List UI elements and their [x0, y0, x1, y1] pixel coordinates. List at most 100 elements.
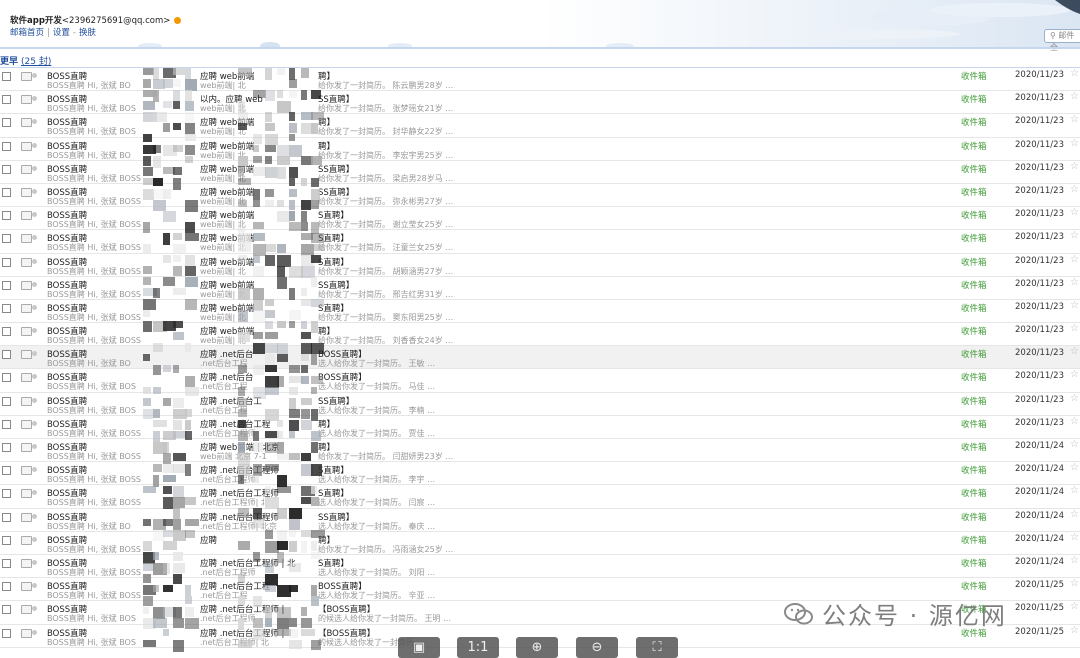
mail-date: 2020/11/23: [1015, 70, 1064, 80]
row-checkbox[interactable]: [2, 257, 11, 267]
star-icon[interactable]: ☆: [1070, 578, 1079, 589]
mail-folder[interactable]: 收件箱: [961, 302, 987, 314]
mail-folder[interactable]: 收件箱: [961, 116, 987, 128]
star-icon[interactable]: ☆: [1070, 230, 1079, 241]
row-checkbox[interactable]: [2, 187, 11, 197]
star-icon[interactable]: ☆: [1070, 485, 1079, 496]
mail-search-input[interactable]: ⚲ 邮件全: [1044, 29, 1080, 52]
mail-folder[interactable]: 收件箱: [961, 93, 987, 105]
mail-folder[interactable]: 收件箱: [961, 163, 987, 175]
mail-folder[interactable]: 收件箱: [961, 279, 987, 291]
star-icon[interactable]: ☆: [1070, 184, 1079, 195]
row-checkbox[interactable]: [2, 419, 11, 429]
star-icon[interactable]: ☆: [1070, 323, 1079, 334]
group-count[interactable]: (25 封): [21, 57, 51, 67]
star-icon[interactable]: ☆: [1070, 462, 1079, 473]
mosaic-block: [265, 134, 278, 145]
star-icon[interactable]: ☆: [1070, 509, 1079, 520]
mosaic-block: [173, 233, 182, 240]
row-checkbox[interactable]: [2, 512, 11, 522]
star-icon[interactable]: ☆: [1070, 439, 1079, 450]
row-checkbox[interactable]: [2, 303, 11, 313]
mail-folder[interactable]: 收件箱: [961, 557, 987, 569]
mosaic-block: [253, 134, 262, 144]
fullscreen-icon[interactable]: ⛶: [636, 637, 678, 658]
mail-folder[interactable]: 收件箱: [961, 580, 987, 592]
mail-folder[interactable]: 收件箱: [961, 140, 987, 152]
mail-folder[interactable]: 收件箱: [961, 534, 987, 546]
fit-actual-size-button[interactable]: 1:1: [457, 637, 499, 658]
mosaic-block: [265, 310, 275, 318]
link-mail-home[interactable]: 邮箱首页: [10, 28, 44, 38]
star-icon[interactable]: ☆: [1070, 555, 1079, 566]
mail-folder[interactable]: 收件箱: [961, 418, 987, 430]
star-icon[interactable]: ☆: [1070, 277, 1079, 288]
mail-folder[interactable]: 收件箱: [961, 487, 987, 499]
star-icon[interactable]: ☆: [1070, 369, 1079, 380]
mosaic-block: [185, 387, 199, 396]
mail-folder[interactable]: 收件箱: [961, 325, 987, 337]
row-checkbox[interactable]: [2, 443, 11, 452]
star-icon[interactable]: ☆: [1070, 532, 1079, 543]
star-icon[interactable]: ☆: [1070, 91, 1079, 102]
mail-folder[interactable]: 收件箱: [961, 395, 987, 407]
envelope-icon: [21, 234, 32, 244]
mosaic-block: [238, 332, 250, 342]
star-icon[interactable]: ☆: [1070, 161, 1079, 172]
image-icon[interactable]: ▣: [398, 637, 440, 658]
mail-folder[interactable]: 收件箱: [961, 441, 987, 453]
warning-icon[interactable]: [174, 17, 182, 24]
row-checkbox[interactable]: [2, 350, 11, 360]
row-checkbox[interactable]: [2, 489, 11, 499]
star-icon[interactable]: ☆: [1070, 68, 1079, 79]
mail-snippet: 的候选人给你发了一封简历。 王明 …: [318, 614, 452, 624]
mail-folder[interactable]: 收件箱: [961, 70, 987, 82]
mail-folder[interactable]: 收件箱: [961, 209, 987, 221]
star-icon[interactable]: ☆: [1070, 138, 1079, 149]
row-checkbox[interactable]: [2, 164, 11, 174]
row-checkbox[interactable]: [2, 396, 11, 406]
attachment-dot-icon: [32, 142, 37, 148]
row-checkbox[interactable]: [2, 373, 11, 383]
row-checkbox[interactable]: [2, 558, 11, 568]
mosaic-block: [238, 442, 245, 453]
row-checkbox[interactable]: [2, 118, 11, 128]
row-checkbox[interactable]: [2, 95, 11, 105]
star-icon[interactable]: ☆: [1070, 254, 1079, 265]
mail-folder[interactable]: 收件箱: [961, 186, 987, 198]
mosaic-block: [265, 563, 274, 573]
star-icon[interactable]: ☆: [1070, 114, 1079, 125]
row-checkbox[interactable]: [2, 141, 11, 151]
mail-folder[interactable]: 收件箱: [961, 348, 987, 360]
mail-snippet: 选人给你发了一封简历。 李楠 …: [318, 405, 436, 415]
mail-snippet: 选人给你发了一封简历。 闫宸 …: [318, 498, 436, 508]
mail-folder[interactable]: 收件箱: [961, 464, 987, 476]
star-icon[interactable]: ☆: [1070, 416, 1079, 427]
row-checkbox[interactable]: [2, 234, 11, 244]
star-icon[interactable]: ☆: [1070, 346, 1079, 357]
row-checkbox[interactable]: [2, 605, 11, 615]
mosaic-block: [153, 409, 160, 418]
row-checkbox[interactable]: [2, 327, 11, 337]
link-settings[interactable]: 设置: [53, 28, 70, 38]
star-icon[interactable]: ☆: [1070, 393, 1079, 404]
row-checkbox[interactable]: [2, 535, 11, 545]
row-checkbox[interactable]: [2, 72, 11, 81]
mail-folder[interactable]: 收件箱: [961, 511, 987, 523]
mosaic-block: [301, 607, 307, 616]
row-checkbox[interactable]: [2, 582, 11, 592]
mail-folder[interactable]: 收件箱: [961, 232, 987, 244]
star-icon[interactable]: ☆: [1070, 300, 1079, 311]
mail-folder[interactable]: 收件箱: [961, 256, 987, 268]
row-checkbox[interactable]: [2, 628, 11, 638]
envelope-icon: [21, 396, 32, 406]
row-checkbox[interactable]: [2, 211, 11, 221]
mail-folder[interactable]: 收件箱: [961, 371, 987, 383]
star-icon[interactable]: ☆: [1070, 207, 1079, 218]
mosaic-block: [311, 277, 317, 287]
row-checkbox[interactable]: [2, 466, 11, 476]
zoom-in-icon[interactable]: ⊕: [516, 637, 558, 658]
link-skin[interactable]: 换肤: [79, 28, 96, 38]
zoom-out-icon[interactable]: ⊖: [576, 637, 618, 658]
row-checkbox[interactable]: [2, 280, 11, 290]
